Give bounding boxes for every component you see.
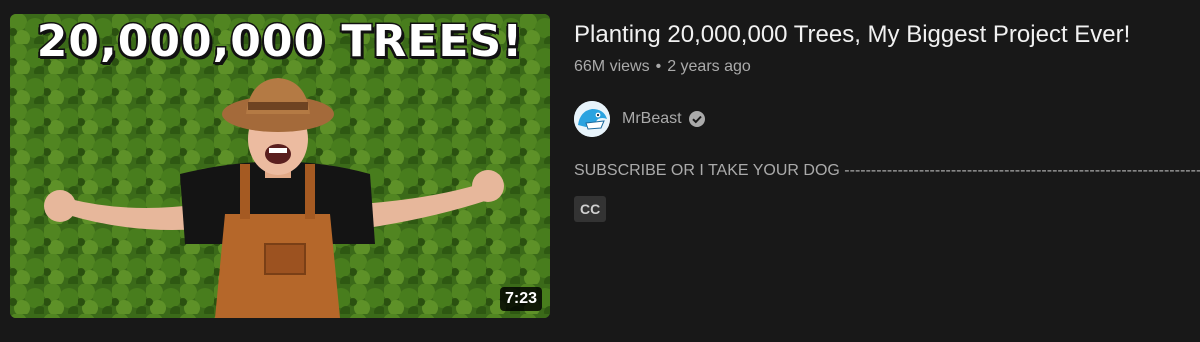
video-stats: 66M views • 2 years ago bbox=[574, 56, 1200, 78]
channel-row[interactable]: MrBeast bbox=[574, 100, 1200, 138]
video-thumbnail[interactable]: 20,000,000 TREES! 7:23 bbox=[10, 14, 550, 318]
upload-age: 2 years ago bbox=[667, 58, 751, 75]
channel-avatar[interactable] bbox=[574, 101, 610, 137]
video-result[interactable]: 20,000,000 TREES! 7:23 Planting 20,000,0… bbox=[0, 0, 1200, 342]
duration-badge: 7:23 bbox=[499, 287, 542, 311]
view-count: 66M views bbox=[574, 58, 650, 75]
stats-separator: • bbox=[655, 58, 662, 75]
video-title[interactable]: Planting 20,000,000 Trees, My Biggest Pr… bbox=[574, 18, 1200, 52]
thumbnail-headline: 20,000,000 TREES! bbox=[35, 15, 524, 69]
video-description: SUBSCRIBE OR I TAKE YOUR DOG -----------… bbox=[574, 162, 1200, 179]
cc-badge: CC bbox=[574, 196, 607, 222]
check-circle-icon bbox=[688, 110, 706, 128]
video-meta: Planting 20,000,000 Trees, My Biggest Pr… bbox=[574, 18, 1200, 222]
channel-name[interactable]: MrBeast bbox=[622, 110, 682, 128]
mrbeast-logo-icon bbox=[574, 101, 610, 137]
